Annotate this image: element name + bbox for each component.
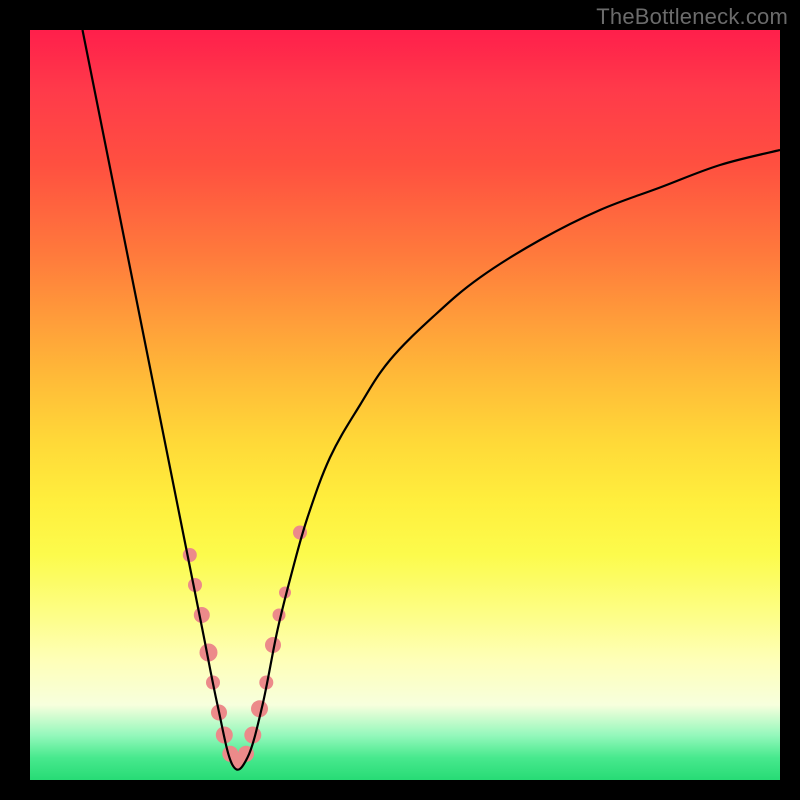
chart-plot-area	[30, 30, 780, 780]
marker-group	[183, 526, 307, 770]
data-marker	[194, 607, 210, 623]
data-marker	[183, 548, 197, 562]
bottleneck-curve-path	[83, 30, 781, 770]
chart-svg	[30, 30, 780, 780]
chart-frame: TheBottleneck.com	[0, 0, 800, 800]
watermark-text: TheBottleneck.com	[596, 4, 788, 30]
